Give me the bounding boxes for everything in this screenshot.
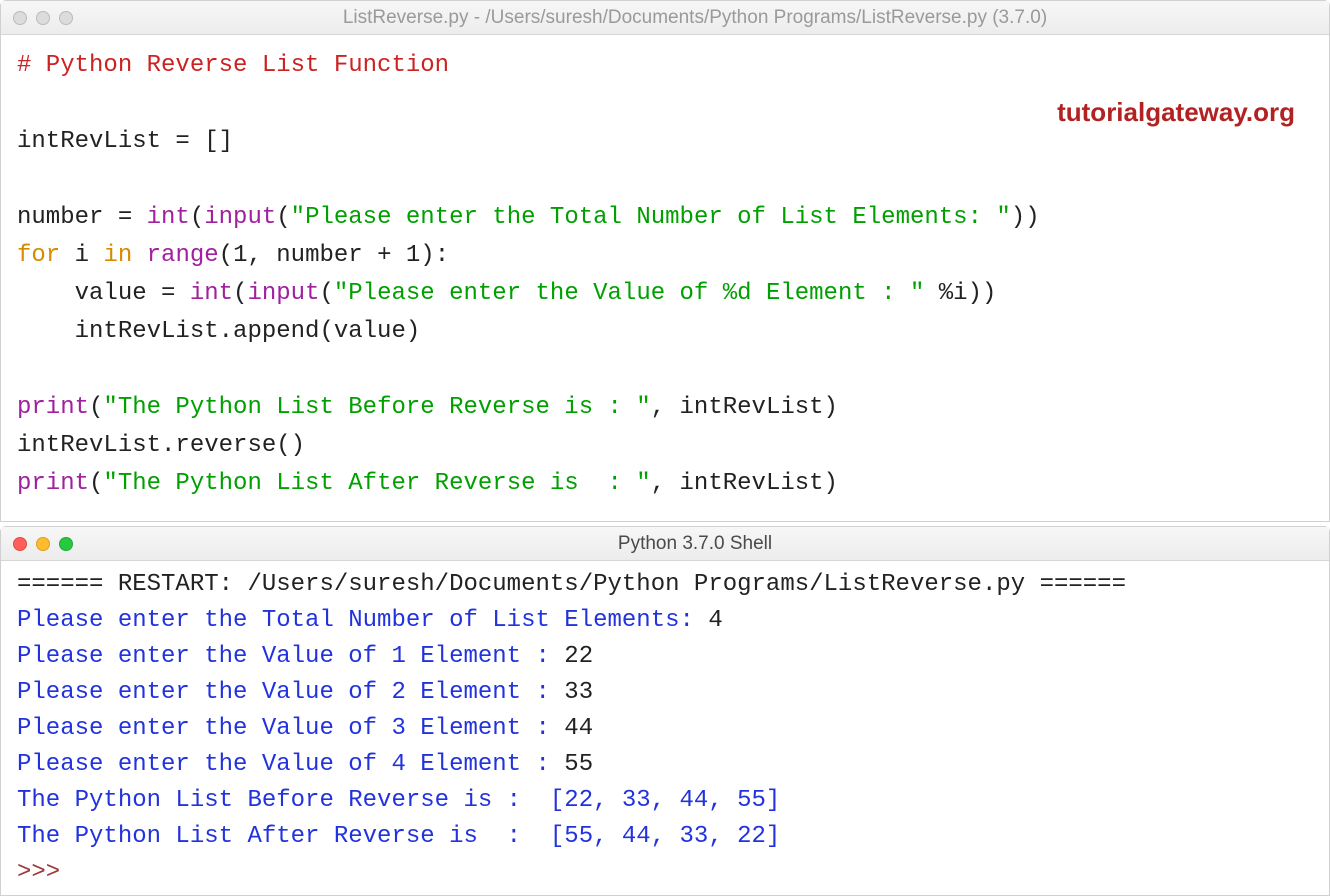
- shell-prompt-text: Please enter the Value of 2 Element :: [17, 679, 564, 706]
- code-text: , intRevList): [651, 394, 838, 421]
- code-text: (: [276, 204, 290, 231]
- shell-prompt-text: Please enter the Value of 1 Element :: [17, 643, 564, 670]
- code-builtin: input: [204, 204, 276, 231]
- code-text: , intRevList): [651, 470, 838, 497]
- code-keyword: for: [17, 242, 60, 269]
- minimize-icon[interactable]: [36, 11, 50, 25]
- code-text: number =: [17, 204, 147, 231]
- shell-prompt-icon: >>>: [17, 859, 75, 886]
- code-text: intRevList.reverse(): [17, 432, 305, 459]
- code-comment: # Python Reverse List Function: [17, 52, 449, 79]
- code-builtin: input: [247, 280, 319, 307]
- minimize-icon[interactable]: [36, 537, 50, 551]
- code-text: %i)): [924, 280, 996, 307]
- close-icon[interactable]: [13, 11, 27, 25]
- shell-input-value: 33: [564, 679, 593, 706]
- shell-prompt-text: Please enter the Value of 3 Element :: [17, 715, 564, 742]
- shell-output[interactable]: ====== RESTART: /Users/suresh/Documents/…: [1, 561, 1329, 895]
- code-text: )): [1011, 204, 1040, 231]
- code-text: (: [190, 204, 204, 231]
- code-builtin: range: [147, 242, 219, 269]
- watermark-text: tutorialgateway.org: [1057, 97, 1295, 128]
- shell-titlebar: Python 3.7.0 Shell: [1, 527, 1329, 561]
- code-text: (: [89, 470, 103, 497]
- code-text: (1, number + 1):: [219, 242, 449, 269]
- code-string: "Please enter the Value of %d Element : …: [334, 280, 925, 307]
- shell-input-value: 4: [708, 607, 722, 634]
- code-text: intRevList.append(value): [17, 318, 420, 345]
- shell-prompt-text: Please enter the Total Number of List El…: [17, 607, 708, 634]
- editor-titlebar: ListReverse.py - /Users/suresh/Documents…: [1, 1, 1329, 35]
- zoom-icon[interactable]: [59, 11, 73, 25]
- code-string: "Please enter the Total Number of List E…: [291, 204, 1011, 231]
- shell-input-value: 55: [564, 751, 593, 778]
- code-keyword: in: [103, 242, 132, 269]
- shell-title: Python 3.7.0 Shell: [73, 533, 1317, 555]
- editor-title: ListReverse.py - /Users/suresh/Documents…: [73, 7, 1317, 29]
- restart-line: ====== RESTART: /Users/suresh/Documents/…: [17, 571, 1126, 598]
- code-builtin: int: [147, 204, 190, 231]
- code-text: (: [319, 280, 333, 307]
- shell-prompt-text: Please enter the Value of 4 Element :: [17, 751, 564, 778]
- shell-input-value: 22: [564, 643, 593, 670]
- code-builtin: print: [17, 470, 89, 497]
- shell-output-text: The Python List After Reverse is : [55, …: [17, 823, 780, 850]
- code-builtin: print: [17, 394, 89, 421]
- zoom-icon[interactable]: [59, 537, 73, 551]
- code-editor[interactable]: tutorialgateway.org # Python Reverse Lis…: [1, 35, 1329, 521]
- code-text: intRevList = []: [17, 128, 233, 155]
- editor-traffic-lights: [13, 11, 73, 25]
- shell-traffic-lights: [13, 537, 73, 551]
- code-text: [132, 242, 146, 269]
- code-builtin: int: [190, 280, 233, 307]
- shell-output-text: The Python List Before Reverse is : [22,…: [17, 787, 780, 814]
- editor-window: ListReverse.py - /Users/suresh/Documents…: [0, 0, 1330, 522]
- code-string: "The Python List Before Reverse is : ": [103, 394, 650, 421]
- close-icon[interactable]: [13, 537, 27, 551]
- code-text: value =: [17, 280, 190, 307]
- shell-window: Python 3.7.0 Shell ====== RESTART: /User…: [0, 526, 1330, 896]
- shell-input-value: 44: [564, 715, 593, 742]
- code-text: i: [60, 242, 103, 269]
- code-text: (: [89, 394, 103, 421]
- code-string: "The Python List After Reverse is : ": [103, 470, 650, 497]
- code-text: (: [233, 280, 247, 307]
